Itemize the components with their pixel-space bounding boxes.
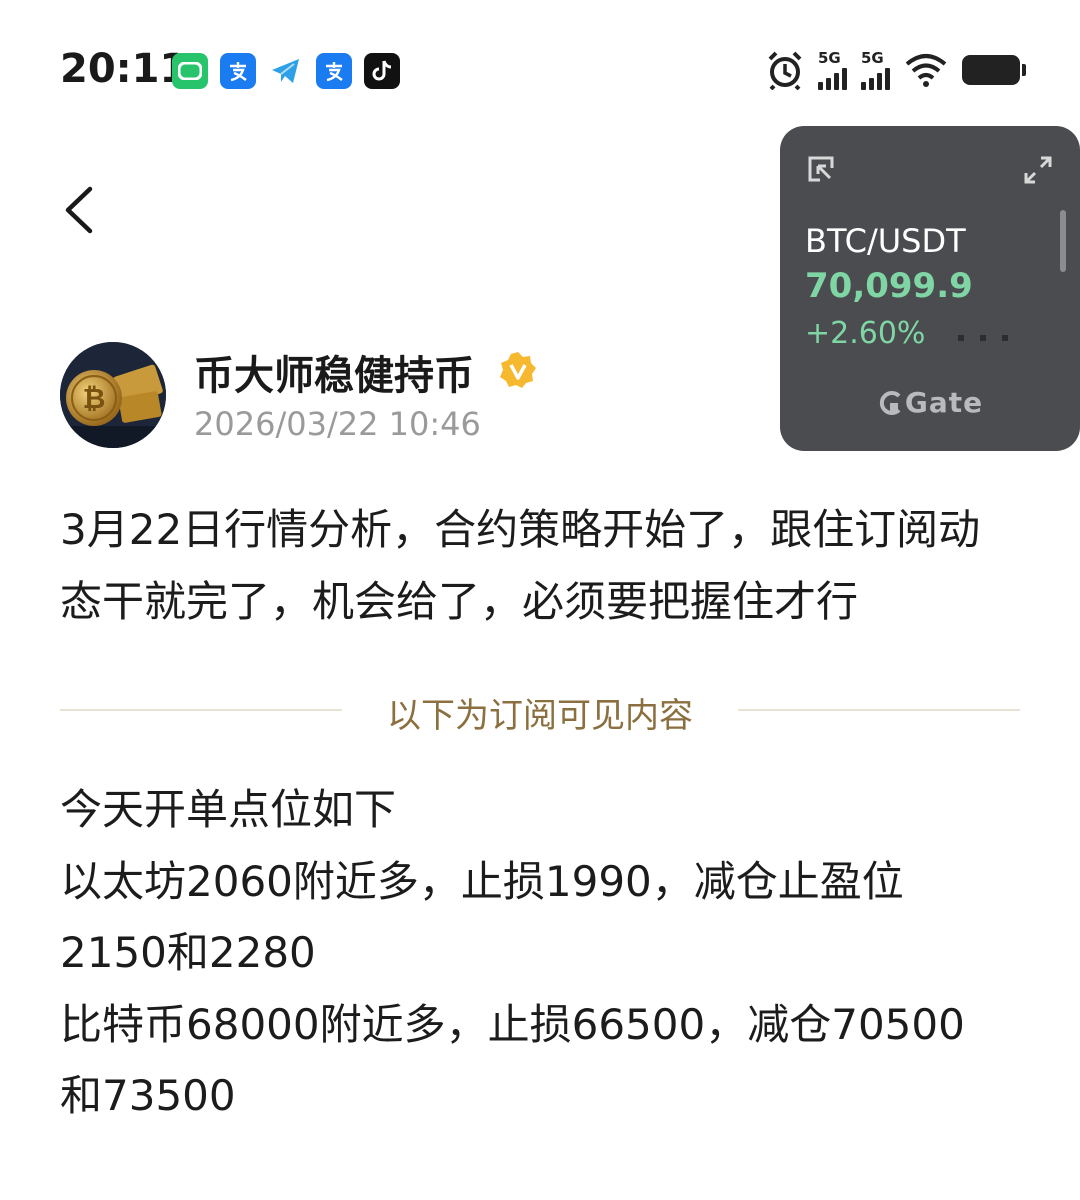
content-line: 今天开单点位如下 <box>60 785 397 834</box>
widget-price: 70,099.9 <box>805 266 973 306</box>
alipay-icon <box>316 53 352 89</box>
avatar[interactable]: ₿ <box>60 342 166 448</box>
system-icons: 5G 5G <box>766 48 1026 90</box>
price-widget[interactable]: BTC/USDT 70,099.9 +2.60% Gate <box>780 126 1080 451</box>
signal-label: 5G <box>861 48 884 67</box>
alarm-icon <box>768 51 802 90</box>
post-text: 3月22日行情分析，合约策略开始了，跟住订阅动态干就完了，机会给了，必须要把握住… <box>60 505 981 626</box>
status-bar: 20:11 5G 5G <box>0 0 1080 140</box>
back-button[interactable] <box>60 183 100 237</box>
content-line: 以太坊2060附近多，止损1990，减仓止盈位 <box>60 856 904 906</box>
gate-logo: Gate <box>780 386 1080 419</box>
gate-logo-icon <box>879 391 901 415</box>
author-name[interactable]: 币大师稳健持币 <box>194 343 474 401</box>
svg-text:₿: ₿ <box>83 382 106 415</box>
wifi-icon <box>905 54 947 87</box>
content-line: 2150和2280 <box>60 928 316 977</box>
battery-icon <box>962 55 1026 85</box>
divider-right <box>738 709 1020 711</box>
content-line: 比特币68000附近多，止损66500，减仓70500 <box>60 999 965 1049</box>
post-date: 2026/03/22 10:46 <box>194 405 481 443</box>
alipay-icon <box>220 53 256 89</box>
divider-left <box>60 709 342 711</box>
widget-pair: BTC/USDT <box>805 222 966 260</box>
exit-float-icon[interactable] <box>806 154 836 184</box>
more-icon[interactable] <box>956 328 1012 347</box>
expand-icon[interactable] <box>1022 154 1054 186</box>
signal-label: 5G <box>818 48 841 67</box>
subscription-content: 今天开单点位如下 以太坊2060附近多，止损1990，减仓止盈位 2150和22… <box>60 774 1020 1132</box>
message-icon <box>172 53 208 89</box>
gate-logo-text: Gate <box>904 386 984 419</box>
verified-badge-icon <box>500 352 536 388</box>
content-line: 和73500 <box>60 1071 236 1120</box>
tiktok-icon <box>364 53 400 89</box>
signal-icon: 5G <box>818 48 847 90</box>
widget-scrollbar[interactable] <box>1060 210 1066 272</box>
widget-change: +2.60% <box>805 316 926 351</box>
signal-icon: 5G <box>861 48 890 90</box>
telegram-icon <box>268 53 304 89</box>
notification-icons <box>172 53 400 89</box>
status-time: 20:11 <box>60 46 188 92</box>
subscription-divider-label: 以下为订阅可见内容 <box>387 696 693 736</box>
